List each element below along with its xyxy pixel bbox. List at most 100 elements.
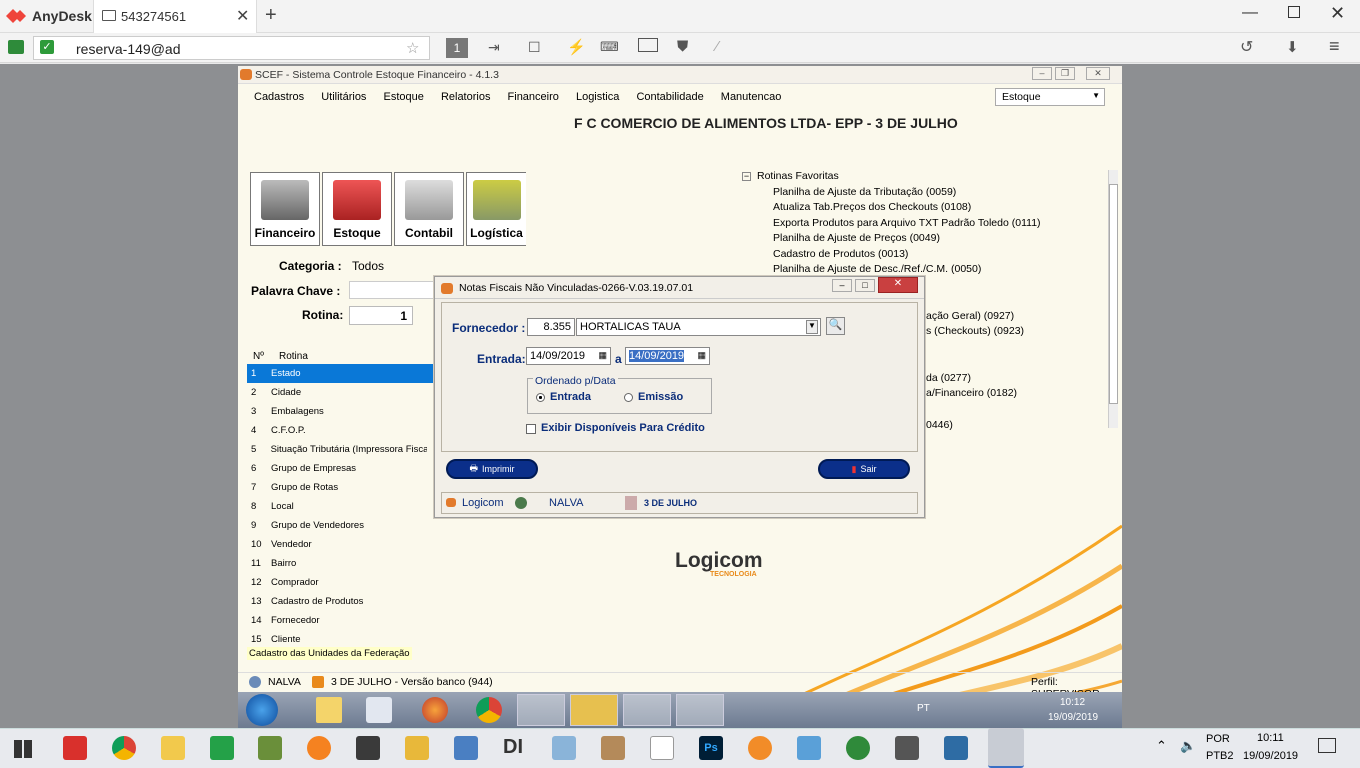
whiteboard-icon[interactable]: ⁄: [716, 38, 719, 55]
taskbar-app-icon[interactable]: [748, 736, 772, 760]
close-window-icon[interactable]: ✕: [1330, 3, 1345, 24]
tray-chevron-icon[interactable]: ⌃: [1156, 738, 1167, 754]
exibir-credito-checkbox[interactable]: [526, 424, 536, 434]
list-item[interactable]: 12 Comprador: [247, 573, 427, 592]
list-item[interactable]: 11 Bairro: [247, 554, 427, 573]
scef-minimize-icon[interactable]: –: [1032, 67, 1052, 80]
taskbar-app-icon[interactable]: [846, 736, 870, 760]
taskbar-anydesk-active[interactable]: [988, 728, 1024, 768]
keyboard-icon[interactable]: ⌨: [600, 39, 619, 55]
volume-icon[interactable]: 🔈: [1180, 738, 1196, 754]
rotina-input[interactable]: 1: [349, 306, 413, 325]
taskbar-di-icon[interactable]: DI: [503, 736, 527, 760]
menu-cadastros[interactable]: Cadastros: [254, 91, 304, 103]
tile-contabil[interactable]: Contabil: [394, 172, 464, 246]
taskbar-app-icon[interactable]: [944, 736, 968, 760]
windows-start-icon[interactable]: [14, 740, 32, 758]
monitor-number[interactable]: 1: [446, 38, 468, 58]
search-icon[interactable]: 🔍: [826, 317, 845, 335]
close-tab-icon[interactable]: ✕: [236, 6, 249, 26]
collapse-icon[interactable]: −: [742, 172, 751, 181]
favorite-item-partial[interactable]: a/Financeiro (0182): [926, 387, 1017, 399]
history-icon[interactable]: ↺: [1240, 37, 1253, 57]
list-item[interactable]: 15 Cliente: [247, 630, 427, 649]
new-tab-icon[interactable]: +: [265, 4, 277, 27]
favorite-item-partial[interactable]: da (0277): [926, 372, 971, 384]
sair-button[interactable]: ▮ Sair: [818, 459, 910, 479]
menu-financeiro[interactable]: Financeiro: [508, 91, 559, 103]
favorite-item-partial[interactable]: 0446): [926, 419, 953, 431]
dialog-maximize-icon[interactable]: □: [855, 279, 875, 292]
module-select[interactable]: Estoque ▼: [995, 88, 1105, 106]
list-item[interactable]: 10 Vendedor: [247, 535, 427, 554]
remote-clock-date[interactable]: 19/09/2019: [1048, 712, 1098, 723]
taskbar-explorer-icon[interactable]: [161, 736, 185, 760]
taskbar-app-icon[interactable]: [797, 736, 821, 760]
taskbar-app-icon[interactable]: [356, 736, 380, 760]
local-clock-date[interactable]: 19/09/2019: [1243, 750, 1298, 762]
taskbar-app-icon[interactable]: [307, 736, 331, 760]
remote-explorer-icon[interactable]: [316, 697, 342, 723]
remote-chrome-icon[interactable]: [476, 697, 502, 723]
taskbar-anydesk-icon[interactable]: [63, 736, 87, 760]
hamburger-menu-icon[interactable]: ≡: [1329, 36, 1340, 57]
date-to-input[interactable]: 14/09/2019 ▦: [625, 347, 710, 365]
taskbar-file-icon[interactable]: [650, 736, 674, 760]
display-icon[interactable]: [638, 38, 658, 52]
tile-logistica[interactable]: Logística: [466, 172, 526, 246]
scrollbar-thumb[interactable]: [1109, 184, 1118, 404]
radio-entrada[interactable]: [536, 393, 545, 402]
list-item[interactable]: 9 Grupo de Vendedores: [247, 516, 427, 535]
taskbar-app-icon[interactable]: [210, 736, 234, 760]
notification-icon[interactable]: [1318, 738, 1336, 753]
favorite-item-partial[interactable]: s (Checkouts) (0923): [926, 325, 1024, 337]
taskbar-app-icon[interactable]: [552, 736, 576, 760]
session-tab[interactable]: 543274561 ✕: [93, 0, 257, 33]
calendar-icon[interactable]: ▦: [697, 350, 706, 361]
chat-icon[interactable]: ☐: [528, 39, 541, 56]
taskbar-app-icon[interactable]: [601, 736, 625, 760]
address-input[interactable]: ✓ reserva-149@ad ☆: [33, 36, 430, 60]
taskbar-app-icon[interactable]: [895, 736, 919, 760]
menu-logistica[interactable]: Logistica: [576, 91, 619, 103]
local-lang2[interactable]: PTB2: [1206, 750, 1234, 762]
taskbar-chrome-icon[interactable]: [112, 736, 136, 760]
imprimir-button[interactable]: 🖶 Imprimir: [446, 459, 538, 479]
menu-estoque[interactable]: Estoque: [384, 91, 424, 103]
permissions-icon[interactable]: ⛊: [677, 38, 688, 55]
remote-firefox-icon[interactable]: [422, 697, 448, 723]
remote-lang[interactable]: PT: [917, 703, 930, 714]
favorite-item[interactable]: Planilha de Ajuste de Desc./Ref./C.M. (0…: [773, 263, 981, 275]
remote-logicom-taskbtn[interactable]: [676, 694, 724, 726]
taskbar-app-icon[interactable]: [454, 736, 478, 760]
favorite-item[interactable]: Atualiza Tab.Preços dos Checkouts (0108): [773, 201, 971, 213]
fornecedor-select[interactable]: HORTALICAS TAUA ▼: [576, 318, 821, 336]
radio-emissao[interactable]: [624, 393, 633, 402]
local-clock-time[interactable]: 10:11: [1257, 732, 1284, 744]
menu-contabilidade[interactable]: Contabilidade: [636, 91, 703, 103]
tile-estoque[interactable]: Estoque: [322, 172, 392, 246]
menu-relatorios[interactable]: Relatorios: [441, 91, 491, 103]
remote-clock-time[interactable]: 10:12: [1060, 697, 1085, 708]
remote-media-icon[interactable]: [366, 697, 392, 723]
remote-dialog-taskbtn[interactable]: [570, 694, 618, 726]
list-item[interactable]: 3 Embalagens: [247, 402, 427, 421]
palavra-chave-input[interactable]: [349, 281, 435, 299]
local-lang1[interactable]: POR: [1206, 733, 1230, 745]
favorite-item[interactable]: Planilha de Ajuste da Tributação (0059): [773, 186, 956, 198]
favorite-item[interactable]: Cadastro de Produtos (0013): [773, 248, 908, 260]
list-item[interactable]: 7 Grupo de Rotas: [247, 478, 427, 497]
date-from-input[interactable]: 14/09/2019 ▦: [526, 347, 611, 365]
transfer-icon[interactable]: ⇥: [488, 39, 500, 56]
star-icon[interactable]: ☆: [406, 39, 419, 57]
dialog-close-icon[interactable]: ✕: [878, 277, 918, 293]
taskbar-app-icon[interactable]: [405, 736, 429, 760]
menu-manutencao[interactable]: Manutencao: [721, 91, 782, 103]
favorites-scrollbar[interactable]: [1108, 170, 1118, 428]
list-item[interactable]: 4 C.F.O.P.: [247, 421, 427, 440]
list-item[interactable]: 14 Fornecedor: [247, 611, 427, 630]
restore-icon[interactable]: [1288, 6, 1300, 18]
list-item[interactable]: 8 Local: [247, 497, 427, 516]
taskbar-photoshop-icon[interactable]: Ps: [699, 736, 723, 760]
categoria-value[interactable]: Todos: [352, 259, 384, 273]
